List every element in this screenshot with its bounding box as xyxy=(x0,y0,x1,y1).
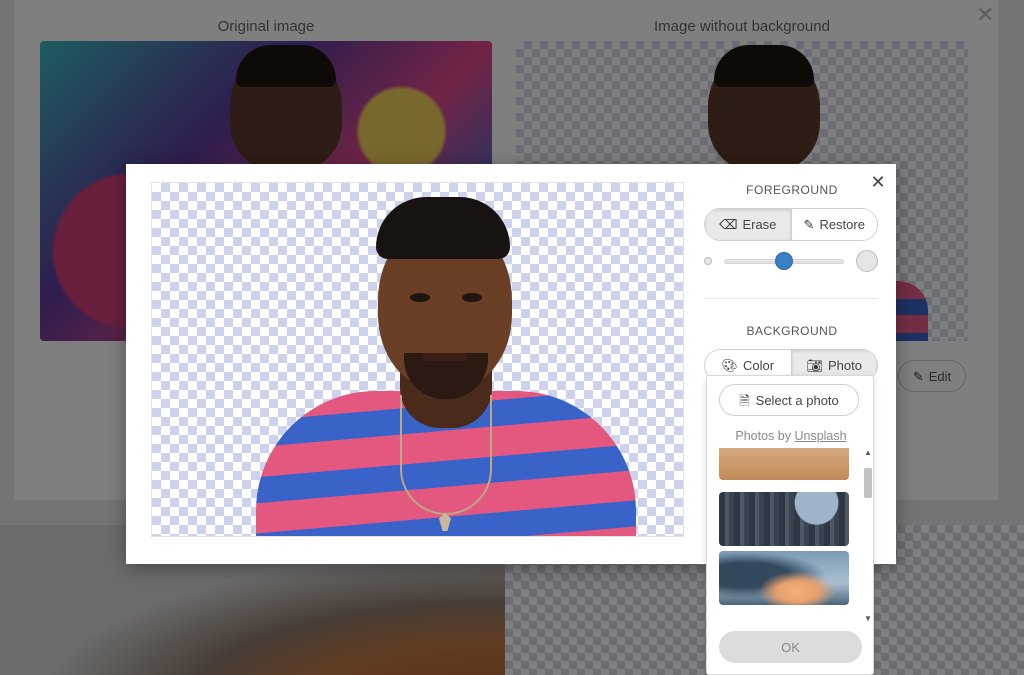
subject-necklace xyxy=(400,395,492,515)
camera-icon: 📷︎ xyxy=(806,358,824,373)
scroll-down-icon[interactable]: ▼ xyxy=(863,614,873,624)
scroll-up-icon[interactable]: ▲ xyxy=(863,448,873,458)
photo-credit: Photos by Unsplash xyxy=(707,429,875,443)
slider-thumb[interactable] xyxy=(775,252,793,270)
edit-canvas[interactable] xyxy=(151,182,684,537)
subject-eye xyxy=(410,293,430,302)
panel-divider xyxy=(704,298,878,299)
brush-max-indicator xyxy=(856,250,878,272)
subject-mouth xyxy=(422,353,468,361)
erase-button[interactable]: ⌫ Erase xyxy=(705,209,791,240)
eraser-icon: ⌫ xyxy=(719,217,738,232)
erase-label: Erase xyxy=(742,217,777,232)
background-title: BACKGROUND xyxy=(746,324,838,338)
photo-thumbnail[interactable] xyxy=(719,551,849,605)
photo-dropdown: 🗎 Select a photo Photos by Unsplash ▲ ▼ … xyxy=(706,375,874,675)
editor-modal: ✕ FOREGROUND ⌫ Erase ✎ Restore BACKGROUN… xyxy=(126,164,896,675)
restore-button[interactable]: ✎ Restore xyxy=(790,209,877,240)
brush-size-slider[interactable] xyxy=(704,246,880,276)
photos-by-prefix: Photos by xyxy=(735,429,791,443)
tools-panel: FOREGROUND ⌫ Erase ✎ Restore BACKGROUND … xyxy=(704,182,880,382)
photo-list xyxy=(719,448,849,608)
restore-label: Restore xyxy=(819,217,865,232)
foreground-mode-toggle: ⌫ Erase ✎ Restore xyxy=(704,208,878,241)
ok-button[interactable]: OK xyxy=(719,631,862,663)
photo-label: Photo xyxy=(828,358,862,373)
foreground-title: FOREGROUND xyxy=(746,183,838,197)
photo-thumbnail[interactable] xyxy=(719,492,849,546)
scroll-thumb[interactable] xyxy=(864,468,872,498)
photo-list-scrollbar[interactable]: ▲ ▼ xyxy=(863,448,873,624)
subject-eye xyxy=(462,293,482,302)
photo-thumbnail[interactable] xyxy=(719,448,849,480)
subject-hair xyxy=(376,197,510,259)
pencil-icon: ✎ xyxy=(803,217,815,232)
select-photo-button[interactable]: 🗎 Select a photo xyxy=(719,384,859,416)
unsplash-link[interactable]: Unsplash xyxy=(794,429,846,443)
select-photo-label: Select a photo xyxy=(755,392,839,408)
palette-icon: 🎨︎ xyxy=(721,358,738,373)
upload-file-icon: 🗎 xyxy=(739,392,750,408)
color-label: Color xyxy=(742,358,775,373)
brush-min-indicator xyxy=(704,257,712,265)
